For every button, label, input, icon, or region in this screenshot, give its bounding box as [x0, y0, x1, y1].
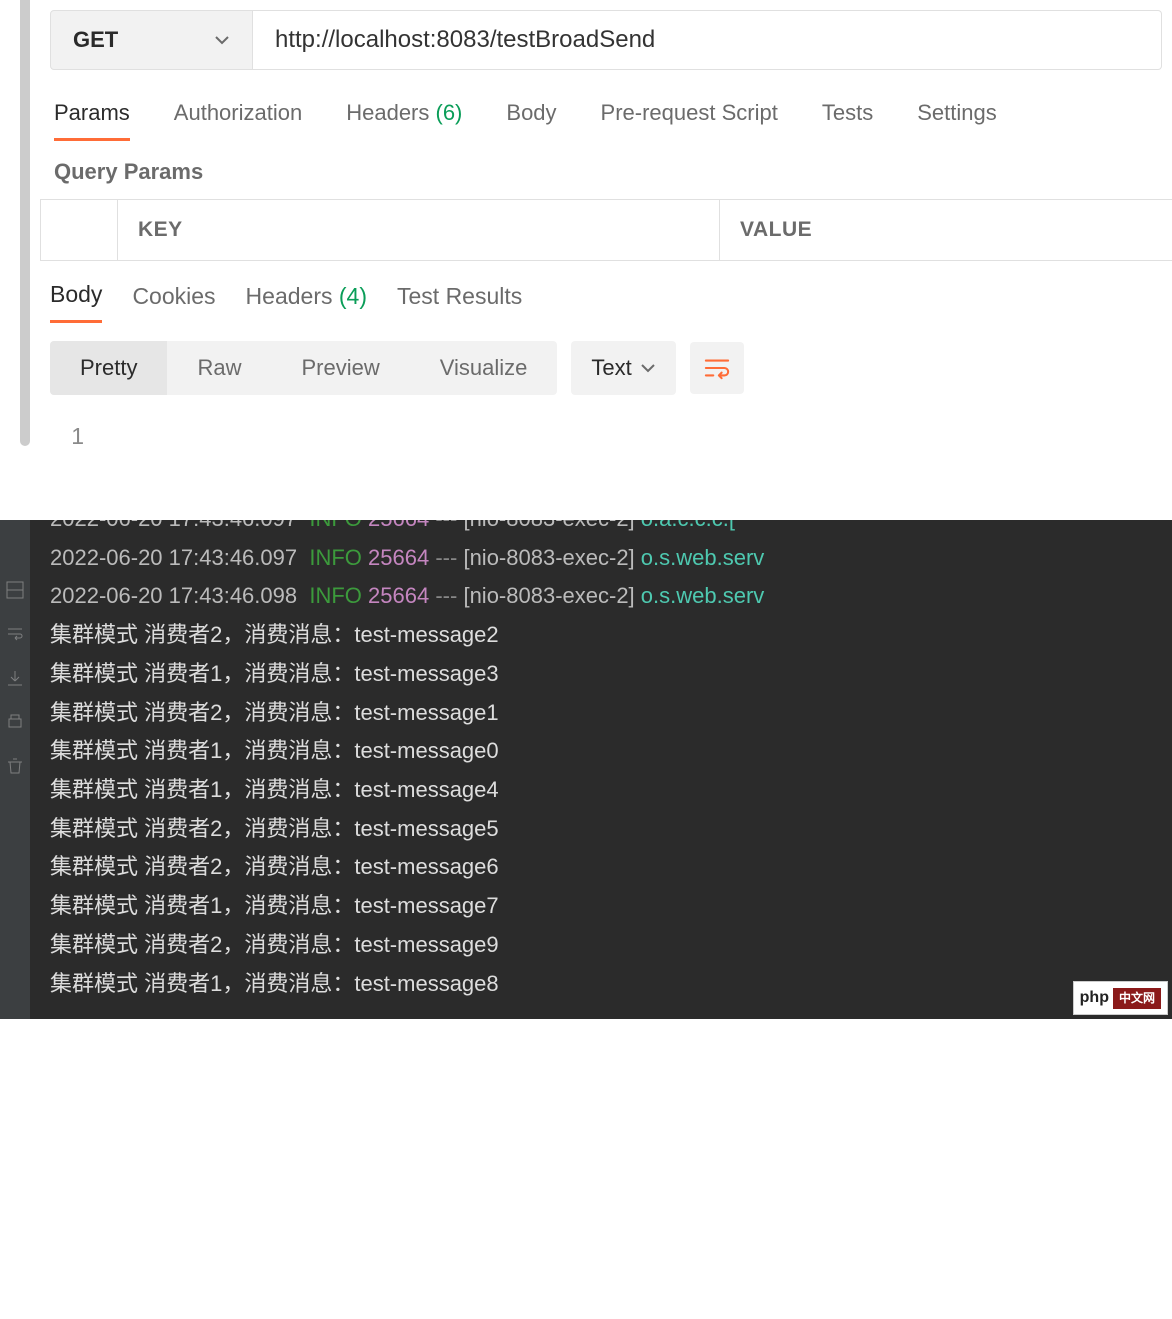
scrollbar[interactable] — [20, 0, 30, 446]
response-tabs: Body Cookies Headers (4) Test Results — [40, 261, 1172, 323]
body-line: 1 — [54, 423, 1158, 450]
tab-tests[interactable]: Tests — [822, 100, 873, 141]
response-body[interactable]: 1 — [40, 413, 1172, 520]
method-label: GET — [73, 27, 118, 53]
value-header: VALUE — [720, 200, 1172, 260]
tab-headers-label: Headers — [346, 100, 429, 125]
log-line: 集群模式 消费者2，消费消息：test-message2 — [50, 616, 1172, 655]
log-line: 集群模式 消费者2，消费消息：test-message6 — [50, 848, 1172, 887]
log-line: 集群模式 消费者2，消费消息：test-message1 — [50, 694, 1172, 733]
resp-tab-cookies[interactable]: Cookies — [132, 283, 215, 322]
view-segmented: Pretty Raw Preview Visualize — [50, 341, 557, 395]
trash-icon[interactable] — [5, 756, 25, 776]
wrap-lines-button[interactable] — [690, 342, 744, 394]
download-icon[interactable] — [5, 668, 25, 688]
params-table: KEY VALUE — [40, 199, 1172, 261]
log-line-partial: 2022-06-20 17:43:46.097 INFO 25664 --- [… — [50, 520, 1172, 539]
view-preview[interactable]: Preview — [271, 341, 409, 395]
tab-settings[interactable]: Settings — [917, 100, 997, 141]
method-select[interactable]: GET — [50, 10, 253, 70]
log-line: 集群模式 消费者1，消费消息：test-message4 — [50, 771, 1172, 810]
resp-headers-label: Headers — [246, 283, 333, 309]
log-line: 集群模式 消费者2，消费消息：test-message9 — [50, 926, 1172, 965]
chevron-down-icon — [640, 360, 656, 376]
request-tabs: Params Authorization Headers (6) Body Pr… — [40, 70, 1172, 141]
resp-tab-testresults[interactable]: Test Results — [397, 283, 522, 322]
tab-headers[interactable]: Headers (6) — [346, 100, 462, 141]
tab-body[interactable]: Body — [506, 100, 556, 141]
key-header: KEY — [118, 200, 720, 260]
query-params-label: Query Params — [40, 141, 1172, 199]
line-number: 1 — [54, 423, 114, 450]
format-label: Text — [591, 355, 631, 381]
url-input[interactable]: http://localhost:8083/testBroadSend — [253, 10, 1162, 70]
soft-wrap-icon[interactable] — [5, 624, 25, 644]
chevron-down-icon — [214, 32, 230, 48]
log-line: 集群模式 消费者1，消费消息：test-message7 — [50, 887, 1172, 926]
checkbox-column[interactable] — [40, 200, 118, 260]
print-icon[interactable] — [5, 712, 25, 732]
tab-params[interactable]: Params — [54, 100, 130, 141]
format-select[interactable]: Text — [571, 341, 675, 395]
view-raw[interactable]: Raw — [167, 341, 271, 395]
console-panel: 2022-06-20 17:43:46.097 INFO 25664 --- [… — [0, 520, 1172, 1019]
badge-php: php — [1080, 984, 1109, 1012]
view-pretty[interactable]: Pretty — [50, 341, 167, 395]
layout-icon[interactable] — [5, 580, 25, 600]
log-line: 集群模式 消费者1，消费消息：test-message0 — [50, 732, 1172, 771]
log-line: 集群模式 消费者2，消费消息：test-message5 — [50, 810, 1172, 849]
request-bar: GET http://localhost:8083/testBroadSend — [50, 10, 1162, 70]
resp-tab-body[interactable]: Body — [50, 281, 102, 323]
log-line: 2022-06-20 17:43:46.098 INFO 25664 --- [… — [50, 577, 1172, 616]
tab-prerequest[interactable]: Pre-request Script — [601, 100, 778, 141]
headers-count: (6) — [436, 100, 463, 125]
log-line: 2022-06-20 17:43:46.097 INFO 25664 --- [… — [50, 539, 1172, 578]
badge-cn: 中文网 — [1113, 988, 1161, 1009]
tab-authorization[interactable]: Authorization — [174, 100, 302, 141]
postman-panel: http://localhost:8083/testBroadSend GET … — [0, 0, 1172, 520]
wrap-icon — [704, 356, 730, 380]
log-line: 集群模式 消费者1，消费消息：test-message3 — [50, 655, 1172, 694]
log-line: 集群模式 消费者1，消费消息：test-message8 — [50, 965, 1172, 1004]
source-badge: php 中文网 — [1073, 981, 1168, 1015]
resp-tab-headers[interactable]: Headers (4) — [246, 283, 367, 322]
view-visualize[interactable]: Visualize — [410, 341, 558, 395]
console-gutter — [0, 520, 30, 1019]
resp-headers-count: (4) — [339, 283, 367, 309]
view-controls: Pretty Raw Preview Visualize Text — [40, 323, 1172, 413]
